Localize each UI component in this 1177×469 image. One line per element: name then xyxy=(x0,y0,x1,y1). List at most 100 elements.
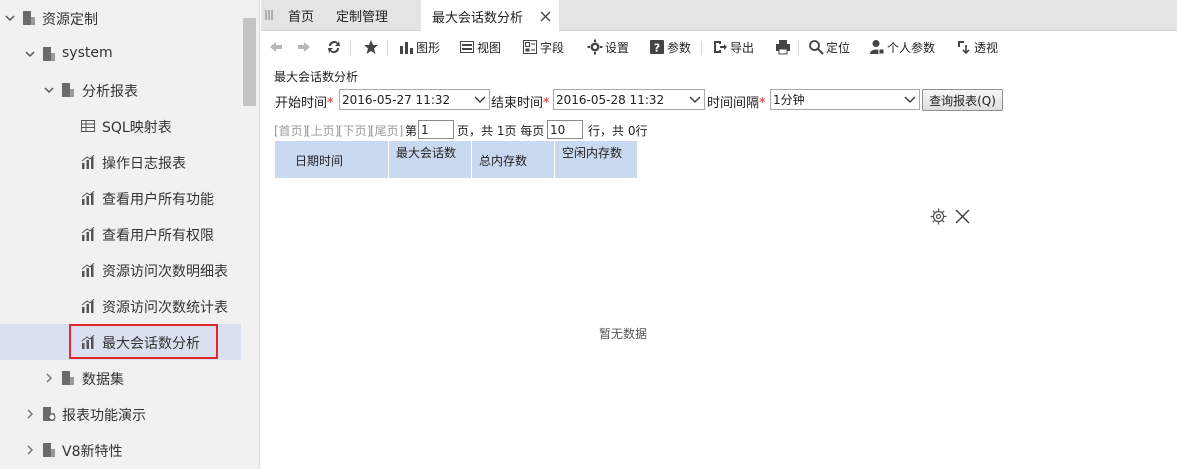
user-icon xyxy=(870,40,885,55)
end-time-label: 结束时间* xyxy=(491,96,550,111)
chevron-down-icon xyxy=(474,96,486,103)
chevron-down-icon xyxy=(689,96,701,103)
sql-table-icon xyxy=(81,120,95,132)
empty-data-message: 暂无数据 xyxy=(599,327,648,341)
close-icon[interactable] xyxy=(540,11,551,22)
tree-node-report-demo[interactable]: 报表功能演示 xyxy=(0,396,241,432)
resource-tree: 资源定制 system 分析报表 SQL映射表 操作日志报表 查看用户所有功能 … xyxy=(0,0,241,469)
folder-icon xyxy=(43,443,55,457)
start-time-select[interactable]: 2016-05-27 11:32 xyxy=(339,89,490,110)
query-report-button[interactable]: 查询报表(Q) xyxy=(922,89,1003,111)
page-info: 页，共 1页 每页 xyxy=(457,124,545,138)
last-page-link[interactable]: [尾页] xyxy=(370,122,403,139)
report-icon xyxy=(81,191,95,205)
field-button[interactable]: 字段 xyxy=(522,38,564,56)
tab-custom-management[interactable]: 定制管理 xyxy=(336,0,388,31)
params-button[interactable]: ? 参数 xyxy=(649,38,691,56)
tree-node-operation-log-report[interactable]: 操作日志报表 xyxy=(0,144,241,180)
toolbar-separator xyxy=(701,41,702,55)
report-icon xyxy=(81,263,95,277)
tree-node-sql-mapping[interactable]: SQL映射表 xyxy=(0,108,241,144)
pivot-button[interactable]: 透视 xyxy=(956,38,998,56)
favorite-button[interactable] xyxy=(363,38,381,56)
report-icon xyxy=(81,335,95,349)
chevron-right-icon[interactable] xyxy=(43,372,55,384)
report-title: 最大会话数分析 xyxy=(274,70,359,84)
chevron-right-icon[interactable] xyxy=(24,444,36,456)
chevron-down-icon[interactable] xyxy=(24,48,36,60)
tree-node-system[interactable]: system xyxy=(0,36,241,72)
refresh-button[interactable] xyxy=(326,38,344,56)
field-icon xyxy=(523,40,537,54)
tree-node-label: 数据集 xyxy=(82,372,124,388)
tree-node-label: 查看用户所有权限 xyxy=(102,228,214,244)
forward-arrow-icon xyxy=(298,42,310,52)
prev-page-link[interactable]: [上页] xyxy=(306,122,339,139)
locate-button[interactable]: 定位 xyxy=(808,38,850,56)
view-icon xyxy=(460,41,474,53)
column-header-total-memory[interactable]: 总内存数 xyxy=(472,141,555,178)
tab-max-sessions[interactable]: 最大会话数分析 xyxy=(421,0,559,32)
tree-node-datasets[interactable]: 数据集 xyxy=(0,360,241,396)
table-header: 日期时间 最大会话数 总内存数 空闲内存数 xyxy=(275,141,637,178)
tree-node-max-sessions[interactable]: 最大会话数分析 xyxy=(0,324,241,360)
tab-menu-grip-icon[interactable] xyxy=(264,9,274,21)
tree-node-resource-custom[interactable]: 资源定制 xyxy=(0,0,241,36)
tree-node-access-detail[interactable]: 资源访问次数明细表 xyxy=(0,252,241,288)
forward-button[interactable] xyxy=(296,38,314,56)
column-header-datetime[interactable]: 日期时间 xyxy=(275,141,389,178)
tree-node-user-permissions[interactable]: 查看用户所有权限 xyxy=(0,216,241,252)
next-page-link[interactable]: [下页] xyxy=(338,122,371,139)
print-button[interactable] xyxy=(775,38,793,56)
folder-icon xyxy=(43,47,55,61)
back-button[interactable] xyxy=(268,38,286,56)
gear-icon[interactable] xyxy=(930,208,947,225)
chevron-down-icon[interactable] xyxy=(4,12,16,24)
tree-node-user-functions[interactable]: 查看用户所有功能 xyxy=(0,180,241,216)
view-button[interactable]: 视图 xyxy=(459,38,501,56)
star-icon xyxy=(364,40,378,54)
report-toolbar: 图形 视图 字段 设置 ? 参数 导出 定位 个人参数 透视 xyxy=(261,32,1177,62)
bar-chart-icon xyxy=(400,42,413,54)
gear-icon xyxy=(587,39,603,55)
chevron-right-icon[interactable] xyxy=(24,408,36,420)
toolbar-separator xyxy=(798,41,799,55)
export-button[interactable]: 导出 xyxy=(712,38,754,56)
tree-node-label: 资源访问次数统计表 xyxy=(102,300,228,316)
column-header-free-memory[interactable]: 空闲内存数 xyxy=(555,141,637,178)
toolbar-separator xyxy=(350,41,351,55)
tab-home[interactable]: 首页 xyxy=(288,0,314,31)
page-number-input[interactable]: 1 xyxy=(418,120,454,139)
tree-node-access-stats[interactable]: 资源访问次数统计表 xyxy=(0,288,241,324)
interval-select[interactable]: 1分钟 xyxy=(770,89,920,110)
tree-node-label: SQL映射表 xyxy=(102,120,172,136)
end-time-select[interactable]: 2016-05-28 11:32 xyxy=(553,89,705,110)
tree-node-v8-features[interactable]: V8新特性 xyxy=(0,432,241,468)
tab-bar: 首页 定制管理 最大会话数分析 xyxy=(261,0,1177,32)
tree-node-analysis-reports[interactable]: 分析报表 xyxy=(0,72,241,108)
back-arrow-icon xyxy=(270,42,282,52)
close-icon[interactable] xyxy=(955,209,970,224)
chevron-down-icon[interactable] xyxy=(43,84,55,96)
column-header-max-sessions[interactable]: 最大会话数 xyxy=(389,141,472,178)
sidebar-scrollbar-thumb[interactable] xyxy=(243,18,256,106)
tree-node-label: V8新特性 xyxy=(62,444,123,460)
tree-node-label: 查看用户所有功能 xyxy=(102,192,214,208)
folder-icon xyxy=(43,407,56,421)
settings-button[interactable]: 设置 xyxy=(587,38,629,56)
export-icon xyxy=(714,41,727,53)
per-page-input[interactable]: 10 xyxy=(547,120,583,139)
report-icon xyxy=(81,155,95,169)
personal-params-button[interactable]: 个人参数 xyxy=(869,38,935,56)
report-icon xyxy=(81,299,95,313)
folder-icon xyxy=(62,83,74,97)
first-page-link[interactable]: [首页] xyxy=(274,122,307,139)
printer-icon xyxy=(776,40,790,55)
toolbar-separator xyxy=(387,41,388,55)
report-icon xyxy=(81,227,95,241)
chart-button[interactable]: 图形 xyxy=(398,38,440,56)
tree-node-label: 报表功能演示 xyxy=(62,408,146,424)
tree-node-label: 操作日志报表 xyxy=(102,156,186,172)
folder-icon xyxy=(23,11,35,25)
tree-node-label: 资源定制 xyxy=(42,12,98,28)
